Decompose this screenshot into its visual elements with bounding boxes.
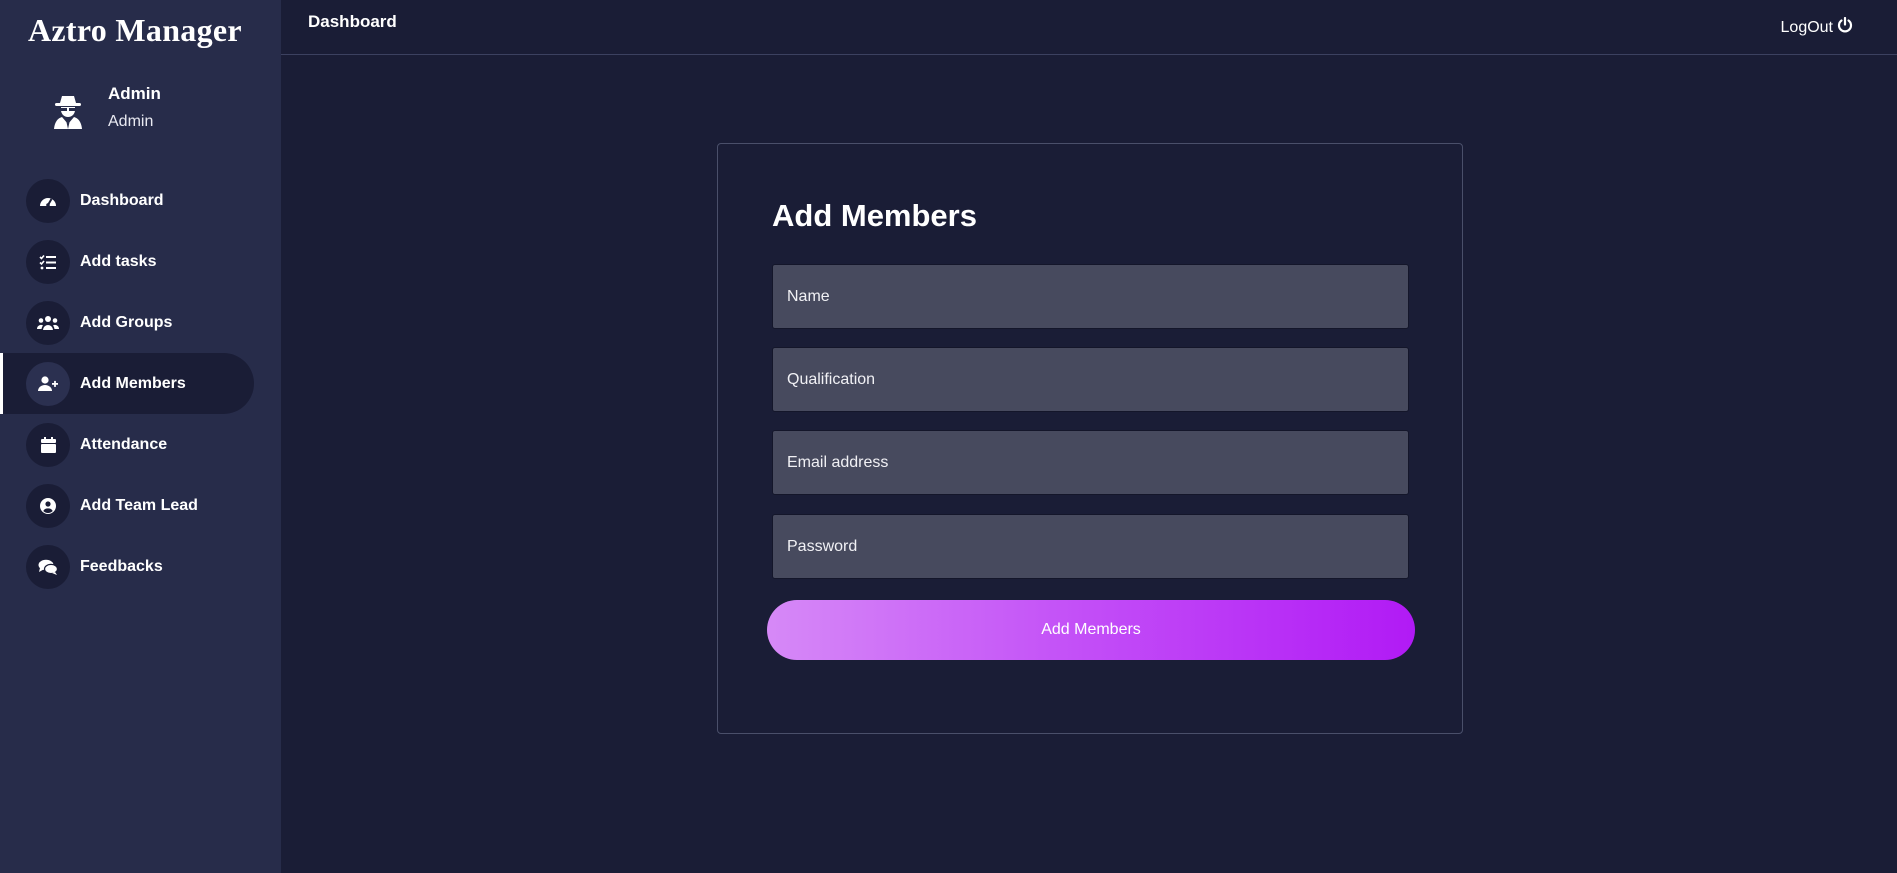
brand-logo: Aztro Manager [28, 12, 242, 48]
sidebar-item-feedbacks[interactable]: Feedbacks [0, 536, 254, 597]
sidebar-item-add-tasks[interactable]: Add tasks [0, 231, 254, 292]
add-members-button[interactable]: Add Members [767, 600, 1415, 660]
calendar-icon [26, 422, 70, 467]
sidebar-item-label: Add Members [80, 374, 186, 392]
profile-name: Admin [108, 84, 161, 103]
logout-label: LogOut [1780, 18, 1833, 36]
sidebar-item-label: Feedbacks [80, 557, 163, 575]
name-input[interactable] [772, 264, 1409, 329]
sidebar-item-add-members[interactable]: Add Members [0, 353, 254, 414]
sidebar-item-label: Add tasks [80, 252, 157, 270]
sidebar: Aztro Manager Admin Admin Dashboard Add … [0, 0, 281, 873]
tachometer-icon [26, 178, 70, 223]
page-title: Dashboard [308, 12, 397, 31]
form-title: Add Members [772, 198, 977, 233]
add-members-form: Add Members Add Members [717, 143, 1463, 734]
sidebar-nav: Dashboard Add tasks Add Groups Add Membe… [0, 170, 281, 597]
user-plus-icon [26, 361, 70, 406]
sidebar-item-label: Add Groups [80, 313, 173, 331]
sidebar-item-attendance[interactable]: Attendance [0, 414, 254, 475]
qualification-input[interactable] [772, 347, 1409, 412]
sidebar-item-add-team-lead[interactable]: Add Team Lead [0, 475, 254, 536]
profile-block: Admin Admin [48, 84, 161, 134]
password-input[interactable] [772, 514, 1409, 579]
sidebar-item-add-groups[interactable]: Add Groups [0, 292, 254, 353]
power-icon [1833, 16, 1853, 38]
sidebar-item-dashboard[interactable]: Dashboard [0, 170, 254, 231]
logout-button[interactable]: LogOut [1780, 16, 1853, 38]
profile-text: Admin Admin [108, 84, 161, 132]
user-secret-icon [48, 90, 88, 134]
users-group-icon [26, 300, 70, 345]
task-list-icon [26, 239, 70, 284]
sidebar-item-label: Attendance [80, 435, 168, 453]
comments-icon [26, 544, 70, 589]
profile-role: Admin [108, 113, 154, 130]
top-bar: Dashboard LogOut [281, 0, 1897, 55]
main-content: Dashboard LogOut Add Members Add Members [281, 0, 1897, 873]
sidebar-item-label: Add Team Lead [80, 496, 198, 514]
email-input[interactable] [772, 430, 1409, 495]
sidebar-item-label: Dashboard [80, 191, 164, 209]
user-circle-icon [26, 483, 70, 528]
app-root: Aztro Manager Admin Admin Dashboard Add … [0, 0, 1897, 873]
